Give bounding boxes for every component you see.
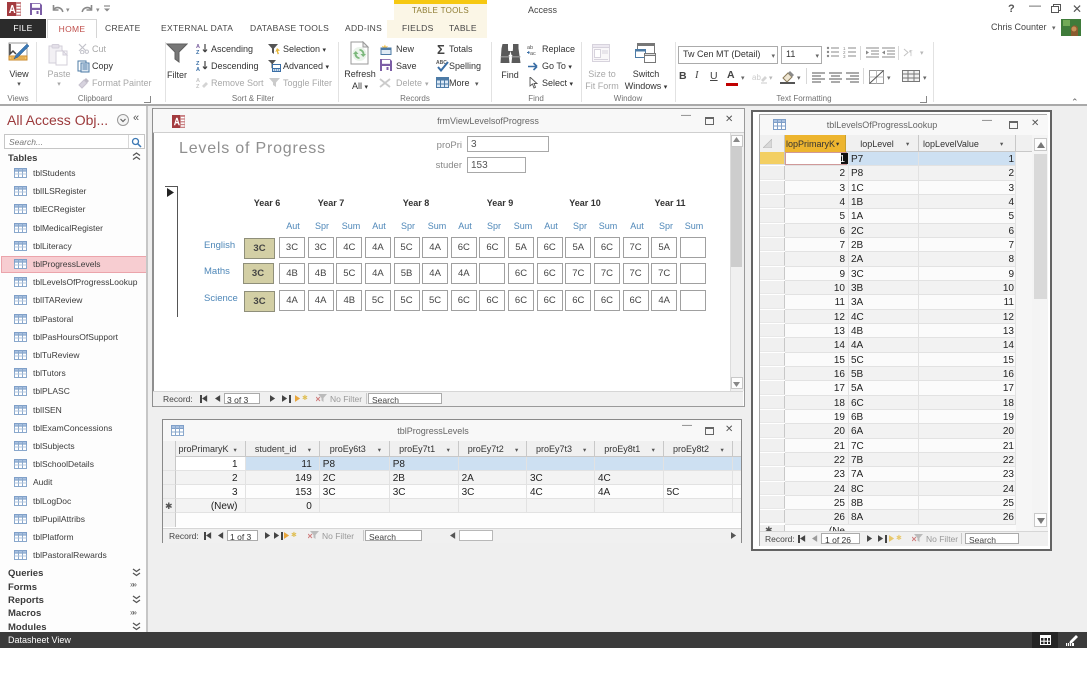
svg-text:Z: Z — [196, 84, 200, 88]
svg-text:¶: ¶ — [909, 50, 913, 57]
svg-text:A: A — [196, 67, 200, 71]
svg-text:ac: ac — [530, 51, 536, 55]
svg-text:3: 3 — [843, 54, 846, 58]
svg-text:Z: Z — [196, 50, 200, 54]
svg-text:ab: ab — [752, 73, 761, 82]
